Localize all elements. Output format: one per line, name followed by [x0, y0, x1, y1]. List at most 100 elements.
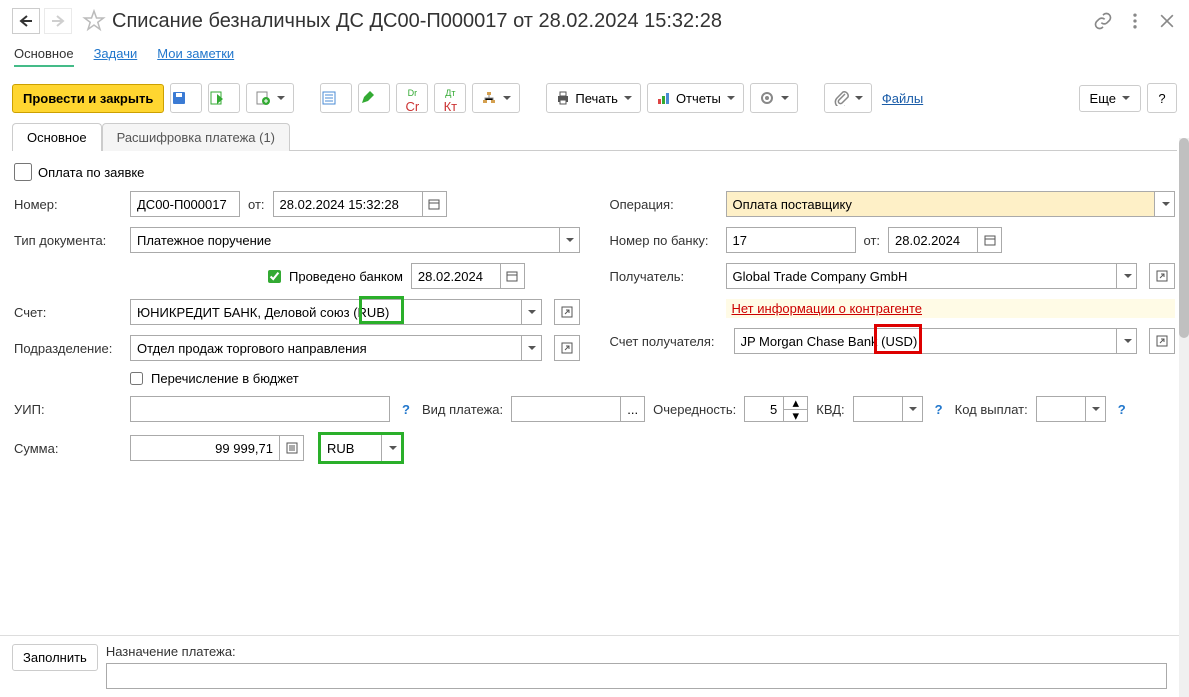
- calculator-button[interactable]: [280, 435, 304, 461]
- operation-dropdown[interactable]: [1155, 191, 1175, 217]
- from-label: от:: [248, 197, 265, 212]
- recipient-account-field[interactable]: [734, 328, 1118, 354]
- save-icon: [171, 90, 187, 106]
- chevron-down-icon: [1124, 274, 1132, 278]
- doctype-label: Тип документа:: [14, 233, 122, 248]
- payment-type-label: Вид платежа:: [422, 402, 503, 417]
- help-uip[interactable]: ?: [398, 402, 414, 417]
- link-icon[interactable]: [1093, 11, 1113, 31]
- dtkt-button[interactable]: ДтКт: [434, 83, 466, 113]
- dtkt-icon: ДтКт: [444, 88, 458, 113]
- currency-dropdown[interactable]: [381, 435, 401, 461]
- pencil-icon: [359, 90, 375, 106]
- payout-code-dropdown[interactable]: [1086, 396, 1106, 422]
- budget-transfer-checkbox[interactable]: [130, 372, 143, 385]
- payment-type-select-button[interactable]: ...: [621, 396, 645, 422]
- account-field[interactable]: [130, 299, 522, 325]
- doctype-dropdown[interactable]: [560, 227, 580, 253]
- sum-field[interactable]: [130, 435, 280, 461]
- help-kvd[interactable]: ?: [931, 402, 947, 417]
- favorite-star-icon[interactable]: [82, 9, 106, 33]
- operation-label: Операция:: [610, 197, 718, 212]
- document-list-button[interactable]: [320, 83, 352, 113]
- operation-field[interactable]: [726, 191, 1156, 217]
- recipient-account-label: Счет получателя:: [610, 334, 726, 349]
- kvd-dropdown[interactable]: [903, 396, 923, 422]
- create-from-button[interactable]: [246, 83, 294, 113]
- datetime-field[interactable]: [273, 191, 423, 217]
- processed-date-field[interactable]: [411, 263, 501, 289]
- list-icon: [321, 90, 337, 106]
- division-field[interactable]: [130, 335, 522, 361]
- paperclip-icon: [833, 90, 849, 106]
- processed-label: Проведено банком: [289, 269, 403, 284]
- drcr-button[interactable]: DrCr: [396, 83, 428, 113]
- form-tab-breakdown[interactable]: Расшифровка платежа (1): [102, 123, 290, 151]
- nav-tab-notes[interactable]: Мои заметки: [157, 46, 234, 67]
- division-open-button[interactable]: [554, 335, 580, 361]
- chevron-down-icon: [389, 446, 397, 450]
- post-and-close-button[interactable]: Провести и закрыть: [12, 84, 164, 113]
- banknum-field[interactable]: [726, 227, 856, 253]
- reports-button[interactable]: Отчеты: [647, 83, 744, 113]
- edit-button[interactable]: [358, 83, 390, 113]
- forward-button[interactable]: [44, 8, 72, 34]
- account-dropdown[interactable]: [522, 299, 542, 325]
- chevron-down-icon: [624, 96, 632, 100]
- arrow-left-icon: [19, 15, 33, 27]
- no-counterparty-link[interactable]: Нет информации о контрагенте: [726, 297, 929, 320]
- calendar-button[interactable]: [423, 191, 447, 217]
- structure-button[interactable]: [472, 83, 520, 113]
- post-button[interactable]: [208, 83, 240, 113]
- form-tab-main[interactable]: Основное: [12, 123, 102, 151]
- kvd-field[interactable]: [853, 396, 903, 422]
- back-button[interactable]: [12, 8, 40, 34]
- number-field[interactable]: [130, 191, 240, 217]
- save-button[interactable]: [170, 83, 202, 113]
- payment-type-field[interactable]: [511, 396, 621, 422]
- nav-tab-main[interactable]: Основное: [14, 46, 74, 67]
- recipient-open-button[interactable]: [1149, 263, 1175, 289]
- chevron-down-icon: [528, 310, 536, 314]
- fill-button[interactable]: Заполнить: [12, 644, 98, 671]
- print-button[interactable]: Печать: [546, 83, 641, 113]
- priority-down[interactable]: ▾: [784, 409, 808, 422]
- calendar-button-3[interactable]: [978, 227, 1002, 253]
- settings-button[interactable]: [750, 83, 798, 113]
- nav-tab-tasks[interactable]: Задачи: [94, 46, 138, 67]
- attach-button[interactable]: [824, 83, 872, 113]
- chevron-down-icon: [1162, 202, 1170, 206]
- recipient-field[interactable]: [726, 263, 1118, 289]
- scrollbar-thumb[interactable]: [1179, 138, 1189, 338]
- chevron-down-icon: [1124, 339, 1132, 343]
- uip-field[interactable]: [130, 396, 390, 422]
- chart-icon: [656, 90, 672, 106]
- close-icon[interactable]: [1157, 11, 1177, 31]
- help-button[interactable]: ?: [1147, 83, 1177, 113]
- vertical-scrollbar[interactable]: [1179, 138, 1189, 697]
- currency-field[interactable]: [321, 435, 381, 461]
- doctype-field[interactable]: [130, 227, 560, 253]
- printer-icon: [555, 90, 571, 106]
- calculator-icon: [286, 442, 298, 454]
- payment-purpose-label: Назначение платежа:: [106, 644, 1167, 659]
- priority-field[interactable]: [744, 396, 784, 422]
- recipient-account-open-button[interactable]: [1149, 328, 1175, 354]
- files-link[interactable]: Файлы: [882, 91, 923, 106]
- help-payout[interactable]: ?: [1114, 402, 1130, 417]
- calendar-button-2[interactable]: [501, 263, 525, 289]
- more-button[interactable]: Еще: [1079, 85, 1141, 112]
- recipient-account-dropdown[interactable]: [1117, 328, 1137, 354]
- processed-checkbox[interactable]: [268, 270, 281, 283]
- kebab-menu-icon[interactable]: [1125, 11, 1145, 31]
- bankdate-field[interactable]: [888, 227, 978, 253]
- payout-code-field[interactable]: [1036, 396, 1086, 422]
- chevron-down-icon: [781, 96, 789, 100]
- arrow-right-icon: [51, 15, 65, 27]
- account-open-button[interactable]: [554, 299, 580, 325]
- pay-by-request-checkbox[interactable]: [14, 163, 32, 181]
- division-dropdown[interactable]: [522, 335, 542, 361]
- chevron-down-icon: [1092, 407, 1100, 411]
- payment-purpose-field[interactable]: [106, 663, 1167, 689]
- recipient-dropdown[interactable]: [1117, 263, 1137, 289]
